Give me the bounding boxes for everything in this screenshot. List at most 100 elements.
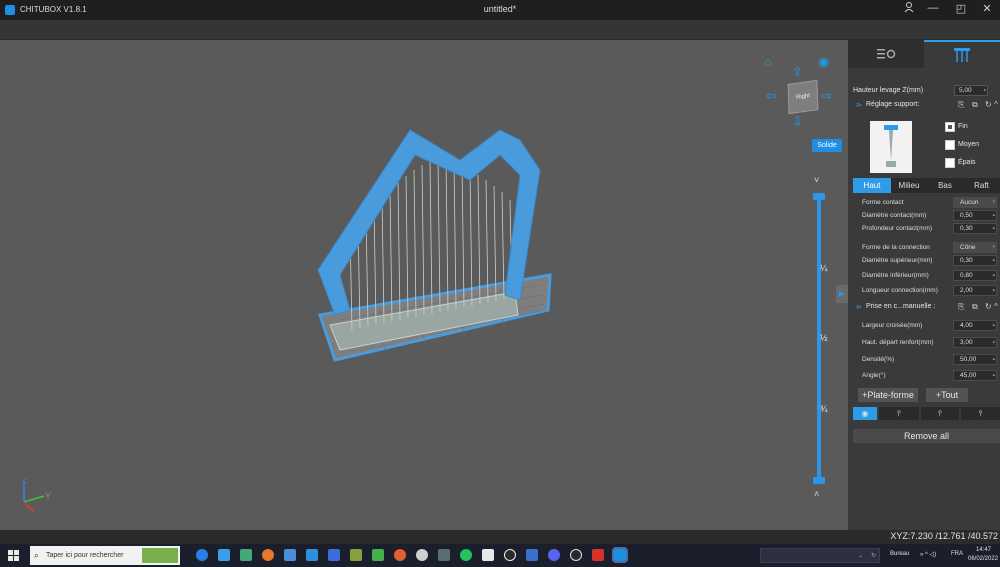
app-icon-15[interactable]: [504, 549, 516, 561]
panel-toggle-button[interactable]: ▶: [836, 285, 848, 303]
tab-top[interactable]: Haut: [853, 178, 891, 193]
collapse-chevron-icon[interactable]: ^: [994, 100, 998, 109]
manual-export-icon[interactable]: ⧉: [972, 302, 978, 312]
manual-support-label: Prise en c...manuelle :: [866, 303, 936, 310]
app-icon-7[interactable]: [328, 549, 340, 561]
app-icon-18[interactable]: [570, 549, 582, 561]
contact-diameter-input[interactable]: 0,50 ▴: [953, 210, 997, 221]
3d-viewport[interactable]: ⌂ ⇧ ◉ ⇦ ⇨ ⇩: [0, 40, 848, 530]
language-indicator[interactable]: FRA: [951, 551, 963, 557]
tab-middle[interactable]: Milieu: [891, 178, 927, 193]
add-all-button[interactable]: +Tout: [926, 388, 968, 402]
param-label: Angle(°): [862, 372, 886, 379]
density-fine-checkbox[interactable]: [945, 122, 955, 132]
discord-icon[interactable]: [548, 549, 560, 561]
chrome-icon[interactable]: [262, 549, 274, 561]
app-icon-11[interactable]: [416, 549, 428, 561]
mail-icon[interactable]: [218, 549, 230, 561]
address-toolbar-input[interactable]: ⌄ ↻: [760, 548, 880, 563]
eye-icon[interactable]: ◉: [818, 54, 829, 70]
connection-length-input[interactable]: 2,00 ▴: [953, 285, 997, 296]
contact-shape-select[interactable]: Aucun ▾: [953, 197, 997, 208]
contact-depth-input[interactable]: 0,30 ▴: [953, 223, 997, 234]
minimize-button[interactable]: —: [922, 2, 944, 14]
search-icon: ⌕: [34, 550, 40, 560]
notepad-icon[interactable]: [482, 549, 494, 561]
import-icon[interactable]: ⎘: [958, 100, 964, 110]
app-icon-9[interactable]: [372, 549, 384, 561]
param-label: Diamètre contact(mm): [862, 212, 927, 219]
app-icon-6[interactable]: [306, 549, 318, 561]
manual-import-icon[interactable]: ⎘: [958, 302, 964, 312]
param-value: 0,30: [960, 257, 973, 264]
support-type-light-button[interactable]: ⫯: [879, 407, 919, 420]
param-row: Angle(°) 45,00 ▴: [853, 370, 1000, 382]
windows-start-icon[interactable]: [8, 550, 19, 561]
layer-slider-top-handle[interactable]: [813, 193, 825, 200]
slider-mark-half: ½: [820, 333, 828, 343]
reset-icon[interactable]: ↻: [985, 100, 992, 109]
app-icon-12[interactable]: [438, 549, 450, 561]
taskbar-search-box[interactable]: ⌕ Taper ici pour rechercher: [30, 546, 180, 565]
angle-input[interactable]: 45,00 ▴: [953, 370, 997, 381]
rotate-down-icon[interactable]: ⇩: [792, 114, 803, 130]
support-type-medium-button[interactable]: ⫯: [921, 407, 959, 420]
app-icon-19[interactable]: [592, 549, 604, 561]
export-icon[interactable]: ⧉: [972, 100, 978, 110]
view-cube[interactable]: Right: [787, 79, 819, 115]
tab-raft[interactable]: Raft: [963, 178, 1000, 193]
layer-slider-bottom-handle[interactable]: [813, 477, 825, 484]
lower-diameter-input[interactable]: 0,80 ▴: [953, 270, 997, 281]
model-scene[interactable]: [0, 40, 848, 530]
cross-width-input[interactable]: 4,00 ▴: [953, 320, 997, 331]
param-row: Largeur croisée(mm) 4,00 ▴: [853, 320, 1000, 332]
tab-print-settings[interactable]: [848, 40, 924, 68]
photos-icon[interactable]: [240, 549, 252, 561]
explorer-icon[interactable]: [284, 549, 296, 561]
clock-date[interactable]: 06/02/2022: [968, 556, 998, 562]
render-mode-button[interactable]: Solide: [812, 139, 842, 152]
app-icon-16[interactable]: [526, 549, 538, 561]
maximize-button[interactable]: ◰: [950, 2, 972, 15]
brace-start-height-input[interactable]: 3,00 ▴: [953, 337, 997, 348]
slider-up-chevron-icon[interactable]: ˄: [814, 489, 819, 499]
remove-all-button[interactable]: Remove all: [853, 429, 1000, 443]
density-input[interactable]: 50,00 ▴: [953, 354, 997, 365]
connection-shape-select[interactable]: Cône ▾: [953, 242, 997, 253]
density-thick-checkbox[interactable]: [945, 158, 955, 168]
toolbar: [0, 20, 1000, 40]
tray-overflow-icon[interactable]: » ^ ◁): [920, 551, 936, 558]
chitubox-taskbar-icon[interactable]: [612, 547, 628, 563]
slider-down-chevron-icon[interactable]: ˅: [814, 175, 819, 185]
whatsapp-icon[interactable]: [460, 549, 472, 561]
rotate-up-icon[interactable]: ⇧: [792, 64, 803, 80]
home-view-icon[interactable]: ⌂: [764, 54, 772, 69]
rotate-left-icon[interactable]: ⇦: [766, 88, 777, 104]
clock-time[interactable]: 14:47: [976, 547, 991, 553]
user-icon[interactable]: [898, 2, 920, 16]
lift-height-label: Hauteur levage Z(mm): [853, 87, 924, 94]
slider-mark-three-quarter: ¾: [820, 404, 828, 414]
param-label: Haut. départ renfort(mm): [862, 339, 934, 346]
density-medium-checkbox[interactable]: [945, 140, 955, 150]
title-bar: CHITUBOX V1.8.1 untitled* — ◰ ✕: [0, 0, 1000, 20]
close-button[interactable]: ✕: [976, 2, 998, 15]
support-type-heavy-button[interactable]: ⫯: [961, 407, 1000, 420]
edge-icon[interactable]: [196, 549, 208, 561]
manual-collapse-chevron-icon[interactable]: ^: [994, 302, 998, 311]
app-icon-8[interactable]: [350, 549, 362, 561]
support-medium-icon: ⫯: [938, 409, 942, 418]
add-platform-button[interactable]: +Plate-forme: [858, 388, 918, 402]
rotate-right-icon[interactable]: ⇨: [821, 88, 832, 104]
manual-reset-icon[interactable]: ↻: [985, 302, 992, 311]
tab-supports[interactable]: [924, 40, 1000, 68]
upper-diameter-input[interactable]: 0,30 ▴: [953, 255, 997, 266]
param-label: Forme contact: [862, 199, 904, 206]
tab-bottom[interactable]: Bas: [927, 178, 963, 193]
view-supports-toggle[interactable]: ◉: [853, 407, 877, 420]
lift-height-input[interactable]: 5,00 ▴: [954, 85, 988, 96]
param-label: Diamètre inférieur(mm): [862, 272, 929, 279]
firefox-icon[interactable]: [394, 549, 406, 561]
support-settings-arrow-icon: ⊳: [856, 102, 862, 109]
desktop-toolbar-label[interactable]: Bureau: [890, 551, 909, 557]
